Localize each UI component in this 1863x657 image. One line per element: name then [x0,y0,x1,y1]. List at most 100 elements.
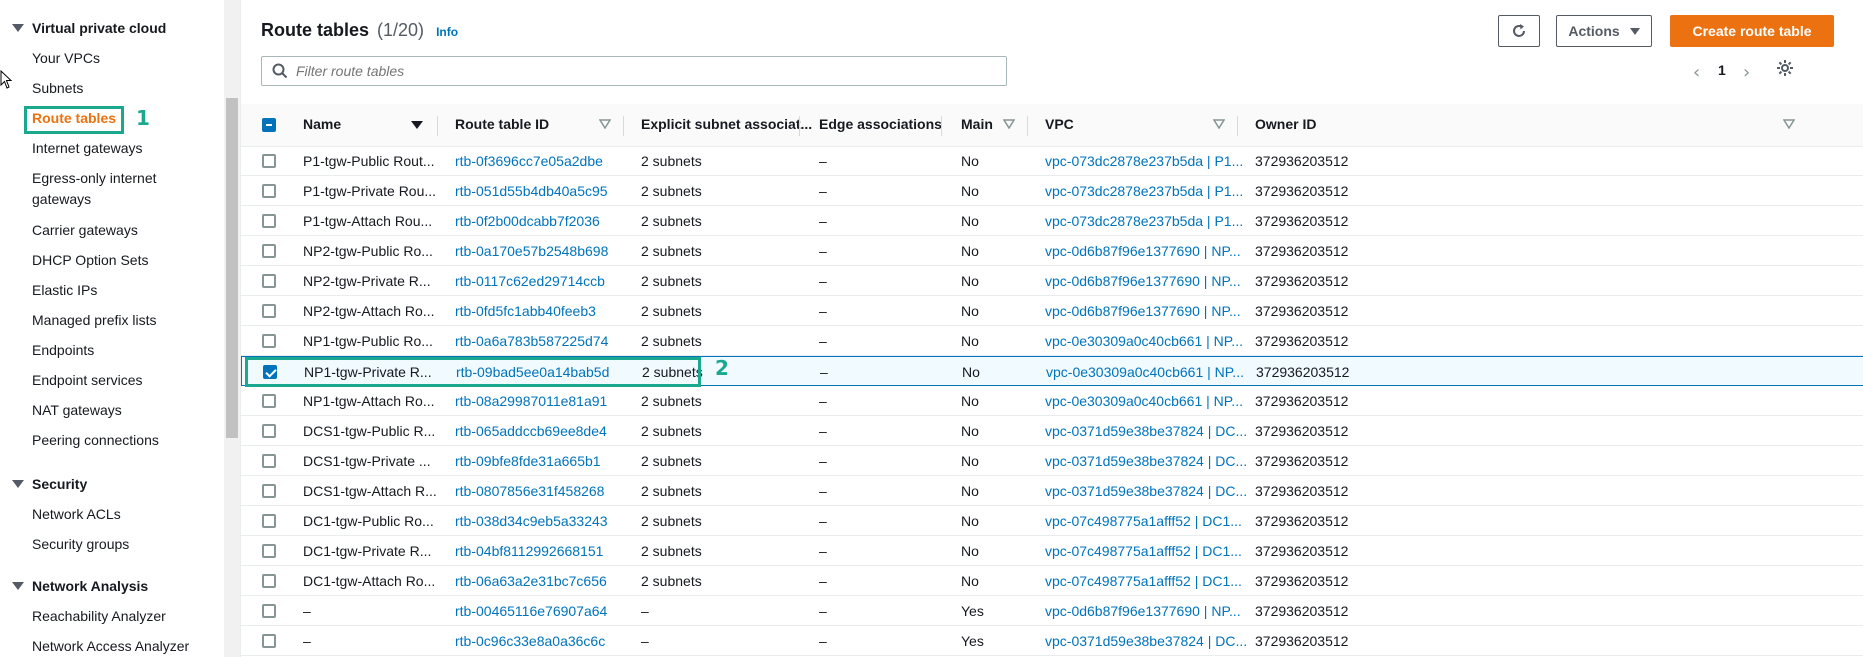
cell-route-table-id[interactable]: rtb-04bf8112992668151 [455,543,603,559]
create-route-table-button[interactable]: Create route table [1670,15,1834,47]
table-row[interactable]: NP1-tgw-Public Ro... rtb-0a6a783b587225d7… [241,326,1863,356]
cell-vpc[interactable]: vpc-0371d59e38be37824 | DC... [1045,453,1247,469]
row-checkbox[interactable] [262,424,276,438]
table-row[interactable]: P1-tgw-Private Rou... rtb-051d55b4db40a5c… [241,176,1863,206]
scrollbar-thumb[interactable] [226,98,238,438]
page-number[interactable]: 1 [1718,62,1726,78]
column-header-vpc[interactable]: VPC [1045,116,1074,132]
column-header-name[interactable]: Name [303,116,341,132]
table-row[interactable]: NP1-tgw-Attach Ro... rtb-08a29987011e81a9… [241,386,1863,416]
column-header-main[interactable]: Main [961,116,993,132]
sort-icon[interactable] [1783,119,1795,129]
cell-route-table-id[interactable]: rtb-00465116e76907a64 [455,603,607,619]
cell-vpc[interactable]: vpc-073dc2878e237b5da | P1... [1045,183,1243,199]
previous-page-button[interactable]: ‹ [1693,62,1700,83]
section-security[interactable]: Security [12,476,87,492]
cell-route-table-id[interactable]: rtb-08a29987011e81a91 [455,393,607,409]
cell-vpc[interactable]: vpc-0d6b87f96e1377690 | NP... [1045,273,1241,289]
sidebar-item-endpoint-services[interactable]: Endpoint services [32,370,143,391]
cell-vpc[interactable]: vpc-07c498775a1afff52 | DC1... [1045,543,1242,559]
cell-explicit-subnets[interactable]: 2 subnets [641,483,702,499]
sidebar-item-network-acls[interactable]: Network ACLs [32,504,121,525]
cell-route-table-id[interactable]: rtb-0a170e57b2548b698 [455,243,608,259]
sort-icon[interactable] [599,119,611,129]
select-all-checkbox[interactable] [262,118,276,132]
cell-vpc[interactable]: vpc-0e30309a0c40cb661 | NP... [1045,333,1243,349]
section-virtual-private-cloud[interactable]: Virtual private cloud [12,20,166,36]
cell-route-table-id[interactable]: rtb-038d34c9eb5a33243 [455,513,608,529]
table-row[interactable]: DCS1-tgw-Attach R... rtb-0807856e31f45826… [241,476,1863,506]
cell-route-table-id[interactable]: rtb-09bfe8fde31a665b1 [455,453,601,469]
row-checkbox[interactable] [262,184,276,198]
row-checkbox[interactable] [262,604,276,618]
cell-vpc[interactable]: vpc-0d6b87f96e1377690 | NP... [1045,243,1241,259]
refresh-button[interactable] [1498,15,1540,47]
row-checkbox[interactable] [262,244,276,258]
cell-route-table-id[interactable]: rtb-0f3696cc7e05a2dbe [455,153,603,169]
cell-explicit-subnets[interactable]: 2 subnets [641,183,702,199]
cell-route-table-id[interactable]: rtb-06a63a2e31bc7c656 [455,573,607,589]
info-link[interactable]: Info [436,25,458,39]
row-checkbox[interactable] [262,394,276,408]
cell-explicit-subnets[interactable]: 2 subnets [641,303,702,319]
filter-input[interactable] [296,63,1006,79]
sidebar-item-peering-connections[interactable]: Peering connections [32,430,159,451]
cell-route-table-id[interactable]: rtb-0fd5fc1abb40feeb3 [455,303,596,319]
cell-explicit-subnets[interactable]: 2 subnets [641,243,702,259]
sort-descending-icon[interactable] [411,121,423,129]
sidebar-item-your-vpcs[interactable]: Your VPCs [32,48,100,69]
cell-route-table-id[interactable]: rtb-065addccb69ee8de4 [455,423,607,439]
row-checkbox[interactable] [262,214,276,228]
table-row[interactable]: DC1-tgw-Public Ro... rtb-038d34c9eb5a3324… [241,506,1863,536]
next-page-button[interactable]: › [1743,62,1750,83]
sidebar-item-egress-only-internet-gateways[interactable]: Egress-only internet gateways [32,168,182,210]
cell-explicit-subnets[interactable]: 2 subnets [641,513,702,529]
cell-route-table-id[interactable]: rtb-0117c62ed29714ccb [455,273,605,289]
row-checkbox[interactable] [262,454,276,468]
cell-explicit-subnets[interactable]: 2 subnets [641,213,702,229]
cell-vpc[interactable]: vpc-0e30309a0c40cb661 | NP... [1045,393,1243,409]
table-row[interactable]: – rtb-00465116e76907a64 – – Yes vpc-0d6b87f96… [241,596,1863,626]
cell-vpc[interactable]: vpc-0e30309a0c40cb661 | NP... [1046,364,1244,380]
cell-explicit-subnets[interactable]: 2 subnets [641,453,702,469]
row-checkbox[interactable] [262,574,276,588]
row-checkbox[interactable] [262,334,276,348]
table-row[interactable]: – rtb-0c96c33e8a0a36c6c – – Yes vpc-0371d59e3… [241,626,1863,656]
table-row[interactable]: DC1-tgw-Private R... rtb-04bf811299266815… [241,536,1863,566]
row-checkbox[interactable] [262,514,276,528]
sidebar-item-managed-prefix-lists[interactable]: Managed prefix lists [32,310,157,331]
cell-vpc[interactable]: vpc-073dc2878e237b5da | P1... [1045,213,1243,229]
row-checkbox[interactable] [262,484,276,498]
cell-explicit-subnets[interactable]: 2 subnets [641,393,702,409]
cell-vpc[interactable]: vpc-0d6b87f96e1377690 | NP... [1045,603,1241,619]
cell-route-table-id[interactable]: rtb-0c96c33e8a0a36c6c [455,633,605,649]
cell-vpc[interactable]: vpc-0371d59e38be37824 | DC... [1045,483,1247,499]
row-checkbox[interactable] [262,154,276,168]
table-row[interactable]: NP2-tgw-Attach Ro... rtb-0fd5fc1abb40feeb… [241,296,1863,326]
row-checkbox[interactable] [262,304,276,318]
table-row[interactable]: DC1-tgw-Attach Ro... rtb-06a63a2e31bc7c65… [241,566,1863,596]
row-checkbox[interactable] [262,634,276,648]
column-header-route-table-id[interactable]: Route table ID [455,116,549,132]
table-row[interactable]: DCS1-tgw-Private ... rtb-09bfe8fde31a665b… [241,446,1863,476]
cell-route-table-id[interactable]: rtb-051d55b4db40a5c95 [455,183,608,199]
cell-vpc[interactable]: vpc-073dc2878e237b5da | P1... [1045,153,1243,169]
column-header-owner-id[interactable]: Owner ID [1255,116,1316,132]
section-network-analysis[interactable]: Network Analysis [12,578,148,594]
table-row[interactable]: P1-tgw-Public Rout... rtb-0f3696cc7e05a2d… [241,146,1863,176]
row-checkbox[interactable] [262,544,276,558]
sidebar-item-reachability-analyzer[interactable]: Reachability Analyzer [32,606,166,627]
sort-icon[interactable] [1003,119,1015,129]
column-header-explicit-subnet-associations[interactable]: Explicit subnet associat... [641,116,812,132]
cell-explicit-subnets[interactable]: 2 subnets [641,423,702,439]
sidebar-item-internet-gateways[interactable]: Internet gateways [32,138,143,159]
cell-explicit-subnets[interactable]: 2 subnets [641,543,702,559]
table-row[interactable]: DCS1-tgw-Public R... rtb-065addccb69ee8de… [241,416,1863,446]
cell-explicit-subnets[interactable]: 2 subnets [641,573,702,589]
actions-button[interactable]: Actions [1556,15,1652,47]
cell-explicit-subnets[interactable]: 2 subnets [641,333,702,349]
cell-route-table-id[interactable]: rtb-0a6a783b587225d74 [455,333,608,349]
sidebar-item-carrier-gateways[interactable]: Carrier gateways [32,220,138,241]
cell-vpc[interactable]: vpc-0d6b87f96e1377690 | NP... [1045,303,1241,319]
gear-icon[interactable] [1776,59,1794,77]
